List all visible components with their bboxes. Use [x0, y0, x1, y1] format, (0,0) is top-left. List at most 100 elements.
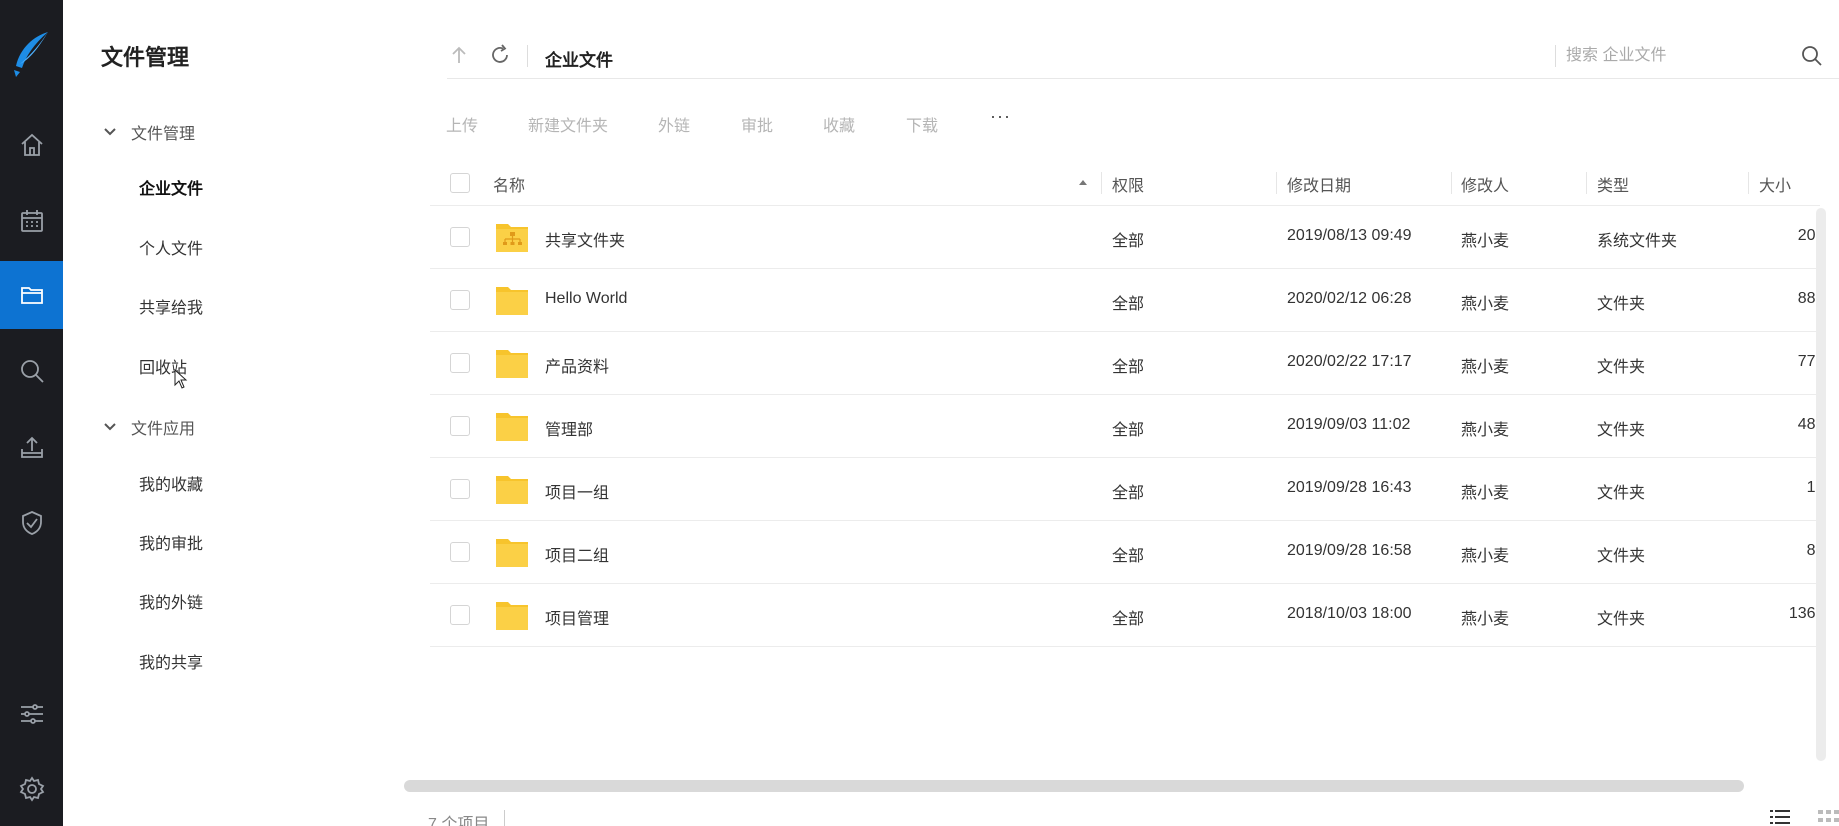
rail-upload[interactable] [0, 413, 63, 481]
rail-settings[interactable] [0, 755, 63, 823]
arrow-up-icon[interactable] [447, 43, 471, 67]
column-modified-date[interactable]: 修改日期 [1287, 172, 1351, 196]
table-row[interactable]: 产品资料 全部 2020/02/22 17:17 燕小麦 文件夹 77. [430, 332, 1820, 395]
download-button[interactable]: 下载 [906, 112, 938, 136]
list-view-icon[interactable] [1770, 808, 1790, 826]
file-name[interactable]: 项目二组 [545, 542, 609, 566]
toolbar-divider [527, 45, 528, 67]
file-modified-date: 2018/10/03 18:00 [1287, 605, 1412, 622]
folder-icon [496, 476, 528, 504]
nav-item-personal-files[interactable]: 个人文件 [139, 235, 203, 259]
column-divider[interactable] [1276, 172, 1277, 194]
folder-icon [496, 413, 528, 441]
rail-home[interactable] [0, 111, 63, 179]
file-modified-date: 2019/08/13 09:49 [1287, 227, 1412, 244]
app-logo-icon[interactable] [10, 30, 52, 78]
file-modified-date: 2020/02/12 06:28 [1287, 290, 1412, 307]
column-type[interactable]: 类型 [1597, 172, 1629, 196]
file-name[interactable]: 项目管理 [545, 605, 609, 629]
file-modified-by: 燕小麦 [1461, 485, 1510, 502]
column-divider[interactable] [1451, 172, 1452, 194]
file-modified-by: 燕小麦 [1461, 422, 1510, 439]
row-checkbox[interactable] [450, 542, 470, 562]
nav-group-label: 文件应用 [131, 421, 196, 438]
file-name[interactable]: 产品资料 [545, 353, 609, 377]
rail-settings-sliders[interactable] [0, 680, 63, 748]
column-divider[interactable] [1101, 172, 1102, 194]
nav-item-my-favorites[interactable]: 我的收藏 [139, 471, 203, 495]
file-name[interactable]: 管理部 [545, 416, 593, 440]
table-header: 名称 权限 修改日期 修改人 类型 大小 [430, 162, 1820, 206]
vertical-scrollbar[interactable] [1816, 208, 1826, 761]
nav-group-file-apps[interactable]: 文件应用 [103, 415, 195, 439]
calendar-icon [20, 210, 43, 232]
row-checkbox[interactable] [450, 479, 470, 499]
horizontal-scrollbar[interactable] [404, 780, 1744, 792]
file-permission: 全部 [1112, 233, 1145, 250]
table-row[interactable]: 管理部 全部 2019/09/03 11:02 燕小麦 文件夹 48. [430, 395, 1820, 458]
table-row[interactable]: 共享文件夹 全部 2019/08/13 09:49 燕小麦 系统文件夹 20. [430, 206, 1820, 269]
nav-group-label: 文件管理 [131, 126, 196, 143]
file-type: 文件夹 [1597, 422, 1646, 439]
file-permission: 全部 [1112, 422, 1145, 439]
table-row[interactable]: 项目管理 全部 2018/10/03 18:00 燕小麦 文件夹 136. [430, 584, 1820, 647]
rail-search[interactable] [0, 337, 63, 405]
folder-icon [496, 539, 528, 567]
grid-view-icon[interactable] [1818, 808, 1839, 826]
upload-button[interactable]: 上传 [446, 112, 478, 136]
rail-files[interactable] [0, 261, 63, 329]
nav-item-my-approvals[interactable]: 我的审批 [139, 530, 203, 554]
search-icon[interactable] [1801, 45, 1823, 67]
file-name[interactable]: 共享文件夹 [545, 227, 625, 251]
row-checkbox[interactable] [450, 416, 470, 436]
sort-asc-icon[interactable] [1078, 178, 1088, 186]
file-name[interactable]: 项目一组 [545, 479, 609, 503]
approve-button[interactable]: 审批 [741, 112, 773, 136]
secondary-nav: 文件管理 文件管理 企业文件 个人文件 共享给我 回收站 文件应用 我的收藏 我… [63, 0, 423, 826]
row-checkbox[interactable] [450, 227, 470, 247]
file-name[interactable]: Hello World [545, 290, 627, 308]
breadcrumb[interactable]: 企业文件 [545, 46, 613, 71]
sliders-icon [20, 704, 43, 724]
row-checkbox[interactable] [450, 290, 470, 310]
chevron-down-icon [104, 423, 116, 431]
column-divider[interactable] [1748, 172, 1749, 194]
nav-item-my-external-links[interactable]: 我的外链 [139, 589, 203, 613]
column-divider[interactable] [1586, 172, 1587, 194]
column-size[interactable]: 大小 [1759, 172, 1791, 196]
nav-item-enterprise-files[interactable]: 企业文件 [139, 175, 203, 199]
file-type: 系统文件夹 [1597, 233, 1678, 250]
table-row[interactable]: 项目一组 全部 2019/09/28 16:43 燕小麦 文件夹 1. [430, 458, 1820, 521]
file-modified-by: 燕小麦 [1461, 296, 1510, 313]
rail-calendar[interactable] [0, 187, 63, 255]
nav-item-my-shares[interactable]: 我的共享 [139, 649, 203, 673]
rail-security[interactable] [0, 489, 63, 557]
table-row[interactable]: Hello World 全部 2020/02/12 06:28 燕小麦 文件夹 … [430, 269, 1820, 332]
more-actions-button[interactable]: ··· [990, 106, 1011, 127]
column-modified-by[interactable]: 修改人 [1461, 172, 1509, 196]
file-modified-by: 燕小麦 [1461, 359, 1510, 376]
favorite-button[interactable]: 收藏 [823, 112, 855, 136]
shared-folder-icon [496, 224, 528, 252]
file-type: 文件夹 [1597, 548, 1646, 565]
file-type: 文件夹 [1597, 485, 1646, 502]
home-icon [20, 133, 43, 156]
nav-group-file-management[interactable]: 文件管理 [103, 120, 195, 144]
nav-item-shared-with-me[interactable]: 共享给我 [139, 294, 203, 318]
shield-check-icon [21, 511, 42, 535]
select-all-checkbox[interactable] [450, 173, 470, 193]
row-checkbox[interactable] [450, 605, 470, 625]
file-type: 文件夹 [1597, 611, 1646, 628]
row-checkbox[interactable] [450, 353, 470, 373]
breadcrumb-bar: 企业文件 [447, 35, 1839, 79]
column-permission[interactable]: 权限 [1112, 172, 1144, 196]
file-modified-date: 2019/09/03 11:02 [1287, 416, 1411, 433]
column-name[interactable]: 名称 [493, 172, 525, 196]
search-input[interactable] [1566, 41, 1806, 71]
table-row[interactable]: 项目二组 全部 2019/09/28 16:58 燕小麦 文件夹 8. [430, 521, 1820, 584]
refresh-icon[interactable] [488, 43, 512, 67]
file-size: 20. [1797, 227, 1820, 244]
external-link-button[interactable]: 外链 [658, 112, 690, 136]
file-permission: 全部 [1112, 359, 1145, 376]
new-folder-button[interactable]: 新建文件夹 [528, 112, 608, 136]
